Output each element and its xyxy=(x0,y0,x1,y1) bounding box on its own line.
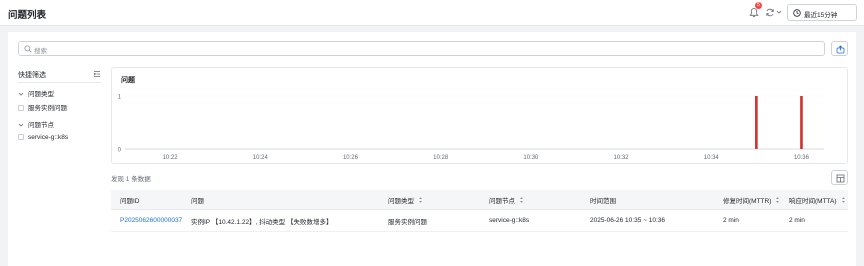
sort-icon[interactable] xyxy=(775,196,780,204)
clock-icon xyxy=(793,9,801,17)
filter-option-service-instance[interactable]: 服务实例问题 xyxy=(18,102,67,112)
sort-icon[interactable] xyxy=(841,196,846,204)
column-header-id: 问题ID xyxy=(120,197,140,205)
filter-group-issue-node[interactable]: 问题节点 xyxy=(18,119,54,129)
chevron-down-icon[interactable] xyxy=(776,9,782,15)
x-tick-label: 10:26 xyxy=(343,155,359,161)
time-range-label: 最近15分钟 xyxy=(804,12,838,19)
chevron-down-icon xyxy=(18,123,24,127)
page-title: 问题列表 xyxy=(8,10,47,21)
refresh-icon[interactable] xyxy=(765,7,775,18)
filter-option-label: 服务实例问题 xyxy=(28,105,67,112)
sidebar-divider xyxy=(18,82,101,83)
mtta-cell: 2 min xyxy=(789,217,805,224)
column-header-mtta[interactable]: 响应时间(MTTA) xyxy=(789,190,846,209)
search-input[interactable]: 搜索 xyxy=(18,41,825,56)
table-columns-icon xyxy=(836,174,845,183)
time-range-cell: 2025-06-26 10:35 ~ 10:36 xyxy=(590,217,665,224)
issue-node-cell: service-g::k8s xyxy=(489,217,530,224)
filter-option-label: service-g::k8s xyxy=(28,134,69,141)
x-tick-label: 10:22 xyxy=(163,155,179,161)
column-header-mttr[interactable]: 修复时间(MTTR) xyxy=(723,190,780,209)
results-summary: 发现 1 条数据 xyxy=(111,176,151,183)
search-submit-icon xyxy=(836,45,845,54)
checkbox[interactable] xyxy=(18,134,24,141)
column-header-issue-type[interactable]: 问题类型 xyxy=(388,190,423,209)
issue-id-link[interactable]: P2025062600000037 xyxy=(120,210,182,231)
notification-badge: 5 xyxy=(755,2,762,9)
filter-group-label: 问题类型 xyxy=(28,91,54,98)
filter-option-service-node[interactable]: service-g::k8s xyxy=(18,134,68,141)
checkbox[interactable] xyxy=(18,105,24,112)
top-bar: 问题列表 5 最近15分钟 xyxy=(0,0,864,26)
column-header-time-range: 时间范围 xyxy=(590,197,616,205)
x-tick-label: 10:32 xyxy=(614,155,630,161)
search-placeholder: 搜索 xyxy=(34,48,47,55)
y-tick-label: 1 xyxy=(118,94,122,100)
column-header-issue-node[interactable]: 问题节点 xyxy=(489,190,524,209)
x-tick-label: 10:28 xyxy=(433,155,449,161)
chart-plot: 0 1 10:22 10:24 10:26 10:28 10:30 10:32 10:34 10:… xyxy=(118,94,824,161)
chart-bar xyxy=(755,96,758,149)
sort-icon[interactable] xyxy=(418,196,423,204)
chart-bar xyxy=(800,96,803,149)
filter-group-label: 问题节点 xyxy=(28,122,54,129)
collapse-sidebar-icon[interactable] xyxy=(93,70,101,78)
chevron-down-icon xyxy=(18,92,24,96)
search-icon xyxy=(24,45,32,53)
issue-type-cell: 服务实例问题 xyxy=(388,218,427,226)
issues-table: 问题ID 问题 问题类型 问题节点 时间范围 修复时间(MTTR) 响应时间(M… xyxy=(111,190,848,232)
x-tick-label: 10:30 xyxy=(523,155,539,161)
x-tick-label: 10:34 xyxy=(704,155,720,161)
x-tick-label: 10:24 xyxy=(253,155,269,161)
y-tick-label: 0 xyxy=(118,147,122,153)
issue-chart: 问题 0 1 10:22 10:24 10:26 10:28 10:30 10:32 10:34… xyxy=(111,67,848,164)
issue-description: 实例IP 【10.42.1.22】, 抖动类型 【失败数增多】 xyxy=(191,218,333,226)
search-submit-button[interactable] xyxy=(831,41,848,56)
table-row[interactable]: P2025062600000037 实例IP 【10.42.1.22】, 抖动类… xyxy=(111,210,848,232)
sort-icon[interactable] xyxy=(519,196,524,204)
filter-group-issue-type[interactable]: 问题类型 xyxy=(18,88,54,98)
x-tick-label: 10:36 xyxy=(794,155,810,161)
column-settings-button[interactable] xyxy=(831,170,848,185)
content-panel: 搜索 快捷筛选 问题类型 服务实例问题 问题节点 service-g::k8s … xyxy=(8,32,856,266)
time-range-picker[interactable]: 最近15分钟 xyxy=(787,4,857,21)
mttr-cell: 2 min xyxy=(723,217,739,224)
quick-filter-title: 快捷筛选 xyxy=(18,72,46,79)
column-header-issue: 问题 xyxy=(191,197,204,205)
table-header: 问题ID 问题 问题类型 问题节点 时间范围 修复时间(MTTR) 响应时间(M… xyxy=(111,190,848,210)
